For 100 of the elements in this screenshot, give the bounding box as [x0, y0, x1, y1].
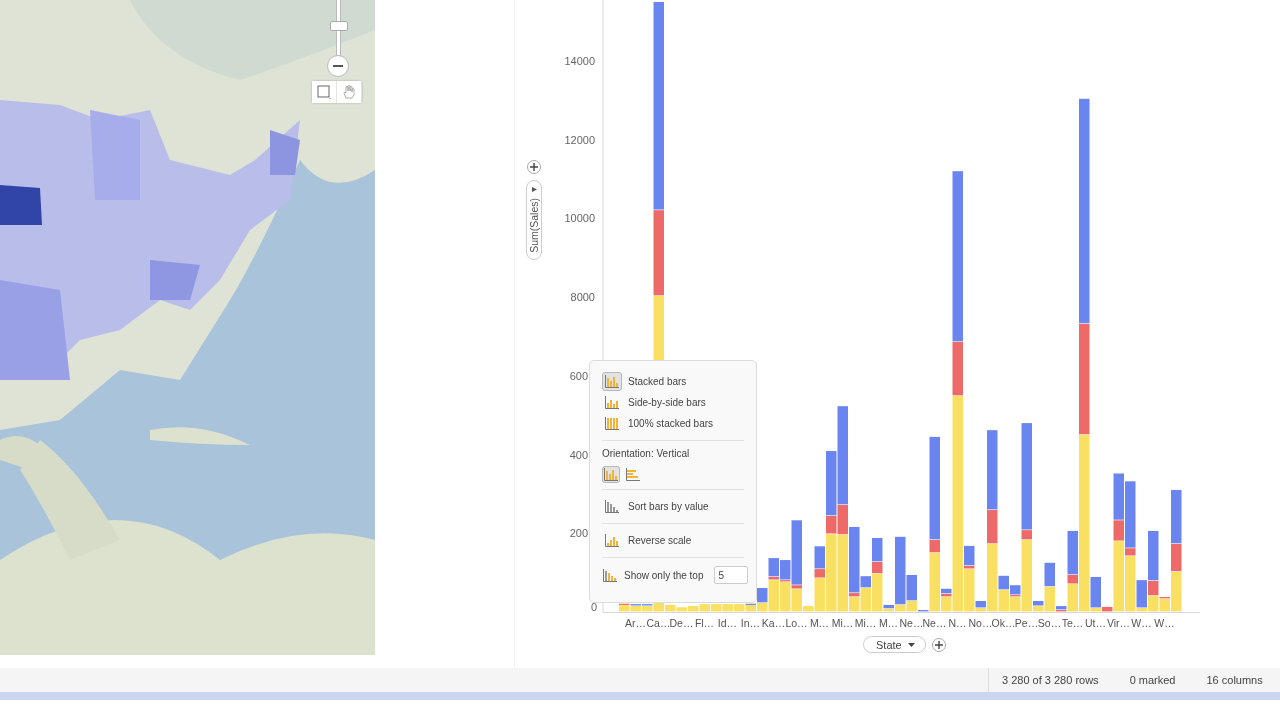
bar[interactable]	[941, 588, 952, 594]
y-axis-selector[interactable]: Sum(Sales)	[526, 180, 542, 260]
horizontal-bars-icon	[626, 468, 640, 481]
y-tick-label: 600	[569, 369, 588, 382]
bar[interactable]	[975, 601, 986, 608]
bar[interactable]	[1148, 530, 1159, 581]
x-tick-label: Ca…	[646, 617, 671, 629]
bar[interactable]	[1079, 323, 1090, 435]
bar[interactable]	[619, 604, 630, 612]
caret-icon	[907, 642, 915, 647]
bar[interactable]	[849, 593, 860, 597]
bar[interactable]	[1113, 473, 1124, 520]
y-tick-label: 200	[569, 527, 588, 540]
bar[interactable]	[906, 575, 917, 601]
bar[interactable]	[1125, 481, 1136, 548]
zoom-slider-handle[interactable]	[330, 21, 348, 31]
bar-chart-icon	[605, 534, 619, 547]
bar[interactable]	[791, 520, 802, 585]
bar[interactable]	[872, 562, 883, 574]
bar[interactable]	[860, 576, 871, 588]
bar[interactable]	[895, 536, 906, 605]
bar[interactable]	[998, 589, 1009, 612]
bar[interactable]	[757, 588, 768, 603]
bar[interactable]	[998, 575, 1009, 590]
y-tick-label: 12000	[564, 133, 595, 146]
bar[interactable]	[1125, 548, 1136, 556]
bar[interactable]	[1021, 423, 1032, 530]
bar-chart-icon	[605, 417, 619, 430]
bar[interactable]	[929, 540, 940, 553]
bar-chart-icon	[605, 396, 619, 409]
x-tick-label: So…	[1037, 617, 1062, 629]
y-tick-label: 0	[590, 601, 597, 613]
x-tick-label: Mi…	[831, 617, 854, 629]
x-tick-label: In…	[740, 617, 761, 629]
bar[interactable]	[1033, 601, 1044, 606]
bar[interactable]	[837, 406, 848, 505]
bar[interactable]	[1102, 606, 1113, 612]
x-tick-label: Vir…	[1106, 617, 1131, 629]
bar[interactable]	[1044, 562, 1055, 587]
bar[interactable]	[1067, 575, 1078, 584]
bar[interactable]	[757, 602, 768, 612]
row-count: 3 280 of 3 280 rows	[1002, 674, 1099, 686]
x-tick-label: W…	[1131, 617, 1152, 629]
x-tick-label: Lo…	[785, 617, 808, 629]
sort-option[interactable]: Sort bars by value	[602, 496, 744, 517]
x-tick-label: De…	[669, 617, 694, 629]
x-axis-selector[interactable]: State	[863, 636, 926, 653]
bar[interactable]	[653, 210, 664, 296]
plus-icon	[530, 163, 538, 171]
bar[interactable]	[929, 436, 940, 540]
bar-chart-icon	[605, 500, 619, 513]
bar[interactable]	[1021, 530, 1032, 540]
reverse-scale-option[interactable]: Reverse scale	[602, 530, 744, 551]
x-tick-label: Te…	[1061, 617, 1084, 629]
bar[interactable]	[1136, 580, 1147, 608]
bar[interactable]	[1010, 585, 1021, 595]
y-tick-label: 8000	[570, 291, 595, 304]
top-count-field[interactable]: 5	[713, 566, 748, 584]
bar[interactable]	[1067, 530, 1078, 575]
bar[interactable]	[849, 527, 860, 593]
layout-option[interactable]: Stacked bars	[602, 371, 744, 392]
layout-option[interactable]: 100% stacked bars	[602, 413, 744, 434]
horizontal-orientation-button[interactable]	[624, 466, 642, 483]
y-tick-label: 10000	[564, 212, 595, 225]
x-tick-label: Mi…	[854, 617, 877, 629]
bar-chart-icon	[605, 375, 619, 388]
bar[interactable]	[883, 604, 894, 609]
layout-option[interactable]: Side-by-side bars	[602, 392, 744, 413]
bar[interactable]	[768, 558, 779, 577]
bar[interactable]	[964, 545, 975, 566]
bar[interactable]	[952, 342, 963, 396]
bar[interactable]	[1079, 98, 1090, 324]
bar[interactable]	[791, 585, 802, 589]
bar[interactable]	[814, 546, 825, 569]
add-y-axis-button[interactable]	[527, 160, 541, 174]
x-tick-label: Ne…	[899, 617, 924, 629]
vertical-orientation-button[interactable]	[602, 466, 620, 483]
bar[interactable]	[814, 569, 825, 578]
x-tick-label: Fl…	[694, 617, 715, 629]
bar[interactable]	[872, 538, 883, 562]
x-tick-label: Ar…	[625, 617, 646, 629]
bar[interactable]	[780, 560, 791, 580]
bar[interactable]	[952, 171, 963, 342]
bar[interactable]	[987, 510, 998, 544]
x-tick-label: Pe…	[1014, 617, 1039, 629]
bar[interactable]	[1090, 576, 1101, 608]
x-tick-label: Ne…	[922, 617, 947, 629]
plus-icon	[934, 640, 943, 649]
bar[interactable]	[1171, 543, 1182, 572]
bar[interactable]	[826, 515, 837, 534]
bar[interactable]	[653, 1, 664, 210]
bar[interactable]	[1056, 606, 1067, 610]
bar[interactable]	[1148, 580, 1159, 596]
bar[interactable]	[826, 451, 837, 516]
bar[interactable]	[987, 430, 998, 510]
bar[interactable]	[1171, 490, 1182, 544]
bar[interactable]	[1113, 520, 1124, 541]
hand-icon	[343, 85, 355, 99]
bar[interactable]	[837, 504, 848, 535]
add-x-axis-button[interactable]	[931, 637, 946, 652]
